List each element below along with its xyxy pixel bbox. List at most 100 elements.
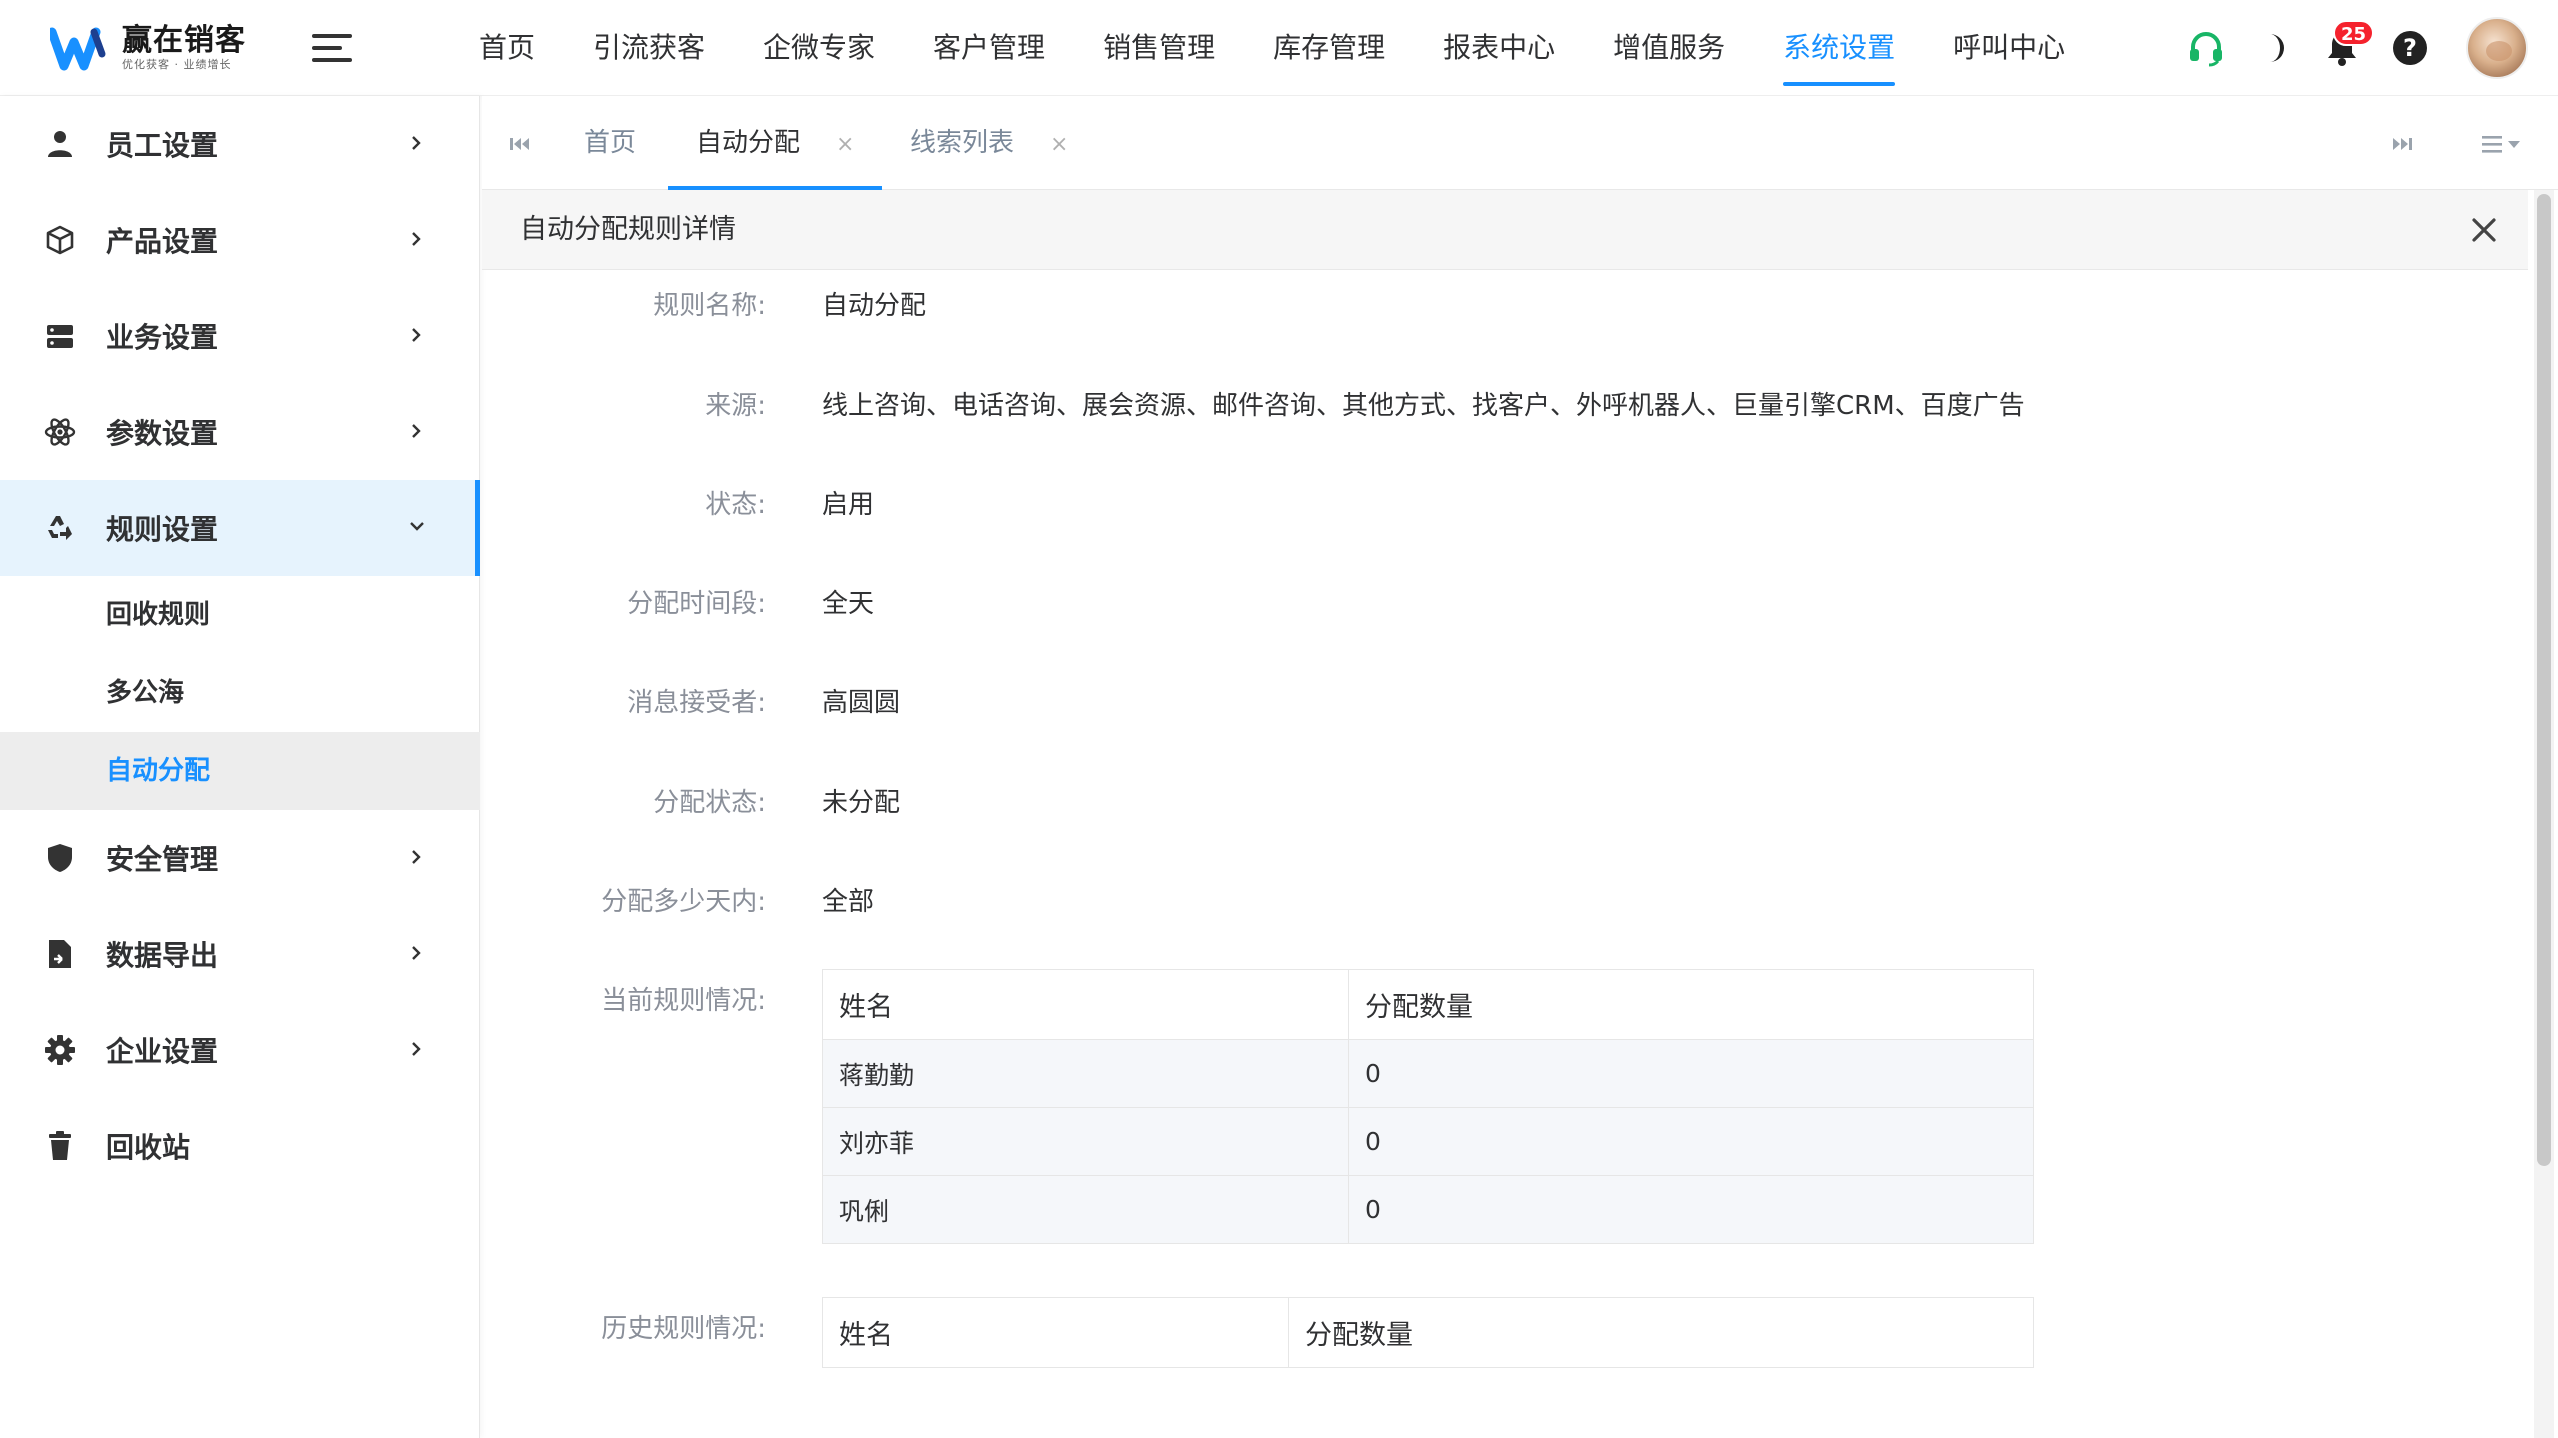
user-avatar[interactable]: [2466, 17, 2528, 79]
top-nav: 首页 引流获客 企微专家 客户管理 销售管理 库存管理 报表中心 增值服务 系统…: [450, 0, 2094, 96]
top-header: 赢在销客 优化获客 · 业绩增长 首页 引流获客 企微专家 客户管理 销售管理 …: [0, 0, 2558, 96]
tab-home[interactable]: 首页: [584, 96, 636, 190]
cell-assign-count: 0: [1348, 1107, 2034, 1176]
field-value: 启用: [822, 490, 875, 520]
scroll-first-tab-icon[interactable]: [502, 126, 538, 162]
vertical-scrollbar[interactable]: [2534, 190, 2554, 1438]
cell-name: 刘亦菲: [822, 1107, 1349, 1176]
chevron-right-icon: [412, 136, 421, 150]
sidebar-item-label: 安全管理: [106, 843, 219, 876]
field-value: 线上咨询、电话咨询、展会资源、邮件咨询、其他方式、找客户、外呼机器人、巨量引擎C…: [822, 391, 2025, 421]
field-label: 当前规则情况:: [601, 986, 766, 1016]
nav-home[interactable]: 首页: [450, 0, 564, 96]
recycle-icon: [42, 510, 78, 546]
sidebar-item-data-export[interactable]: 数据导出: [0, 906, 480, 1002]
sidebar-item-enterprise-settings[interactable]: 企业设置: [0, 1002, 480, 1098]
table-row: 巩俐 0: [822, 1175, 2034, 1244]
tab-label: 线索列表: [910, 128, 1015, 158]
chevron-right-icon: [412, 424, 421, 438]
field-assign-within-days: 分配多少天内: 全部: [482, 872, 2522, 932]
header-tools: 25 ?: [2160, 0, 2528, 96]
column-header-name: 姓名: [822, 969, 1349, 1040]
tab-lead-list[interactable]: 线索列表 ×: [910, 96, 1068, 190]
field-value: 全天: [822, 589, 875, 619]
sidebar-item-parameter-settings[interactable]: 参数设置: [0, 384, 480, 480]
logo-subtitle: 优化获客 · 业绩增长: [122, 58, 232, 71]
nav-call-center[interactable]: 呼叫中心: [1924, 0, 2094, 96]
chevron-right-icon: [412, 850, 421, 864]
sidebar-item-label: 产品设置: [106, 225, 219, 258]
column-header-assign-count: 分配数量: [1348, 969, 2034, 1040]
panel-header: 自动分配规则详情: [482, 190, 2528, 270]
nav-system-settings[interactable]: 系统设置: [1754, 0, 1924, 96]
table-row: 刘亦菲 0: [822, 1107, 2034, 1176]
column-header-name: 姓名: [822, 1297, 1289, 1368]
cell-assign-count: 0: [1348, 1175, 2034, 1244]
sidebar-subitem-recycle-rules[interactable]: 回收规则: [0, 576, 480, 654]
current-rules-table: 姓名 分配数量 蒋勤勤 0 刘亦菲 0 巩俐 0: [822, 969, 2034, 1244]
field-value: 未分配: [822, 788, 901, 818]
help-icon[interactable]: ?: [2388, 26, 2432, 70]
field-label: 规则名称:: [653, 291, 766, 321]
sidebar-item-product-settings[interactable]: 产品设置: [0, 192, 480, 288]
table-header-row: 姓名 分配数量: [822, 1297, 2034, 1368]
sidebar-item-security[interactable]: 安全管理: [0, 810, 480, 906]
tabs-bar: 首页 自动分配 × 线索列表 ×: [482, 96, 2558, 190]
tab-auto-assign[interactable]: 自动分配 ×: [667, 96, 883, 190]
bell-icon[interactable]: 25: [2320, 20, 2374, 70]
menu-toggle-icon[interactable]: [312, 30, 356, 66]
nav-value-added-services[interactable]: 增值服务: [1584, 0, 1754, 96]
app-logo[interactable]: 赢在销客 优化获客 · 业绩增长: [50, 24, 246, 72]
field-source: 来源: 线上咨询、电话咨询、展会资源、邮件咨询、其他方式、找客户、外呼机器人、巨…: [482, 376, 2522, 436]
field-status: 状态: 启用: [482, 475, 2522, 535]
sidebar-item-label: 企业设置: [106, 1035, 219, 1068]
field-label: 历史规则情况:: [601, 1314, 766, 1344]
cell-name: 巩俐: [822, 1175, 1349, 1244]
tab-close-icon[interactable]: ×: [836, 132, 854, 157]
sidebar-item-label: 数据导出: [106, 939, 219, 972]
sidebar-item-label: 业务设置: [106, 321, 219, 354]
chevron-right-icon: [412, 328, 421, 342]
cell-assign-count: 0: [1348, 1039, 2034, 1108]
field-label: 状态:: [705, 490, 766, 520]
tab-close-icon[interactable]: ×: [1050, 132, 1068, 157]
chevron-down-icon: [410, 522, 424, 531]
tab-label: 自动分配: [696, 128, 801, 158]
field-value: 全部: [822, 887, 875, 917]
nav-inventory-management[interactable]: 库存管理: [1244, 0, 1414, 96]
field-label: 分配多少天内:: [601, 887, 766, 917]
chevron-right-icon: [412, 232, 421, 246]
column-header-assign-count: 分配数量: [1288, 1297, 2034, 1368]
file-export-icon: [42, 936, 78, 972]
moon-icon[interactable]: [2252, 26, 2296, 70]
history-rules-table: 姓名 分配数量: [822, 1297, 2034, 1368]
field-rule-name: 规则名称: 自动分配: [482, 276, 2522, 336]
sidebar-item-label: 员工设置: [106, 129, 219, 162]
cube-icon: [42, 222, 78, 258]
svg-text:?: ?: [2403, 34, 2417, 62]
gear-icon: [42, 1032, 78, 1068]
sidebar-subitem-auto-assign[interactable]: 自动分配: [0, 732, 480, 810]
field-assign-time-period: 分配时间段: 全天: [482, 574, 2522, 634]
scroll-last-tab-icon[interactable]: [2384, 126, 2420, 162]
sidebar-item-staff-settings[interactable]: 员工设置: [0, 96, 480, 192]
scrollbar-thumb[interactable]: [2537, 194, 2551, 1166]
nav-sales-management[interactable]: 销售管理: [1074, 0, 1244, 96]
tab-menu-icon[interactable]: [2480, 126, 2528, 162]
nav-report-center[interactable]: 报表中心: [1414, 0, 1584, 96]
sidebar-item-recycle-bin[interactable]: 回收站: [0, 1098, 480, 1194]
sidebar-item-business-settings[interactable]: 业务设置: [0, 288, 480, 384]
sidebar-subitem-multi-pool[interactable]: 多公海: [0, 654, 480, 732]
nav-wecom-expert[interactable]: 企微专家: [734, 0, 904, 96]
shield-icon: [42, 840, 78, 876]
field-label: 消息接受者:: [627, 688, 766, 718]
chevron-right-icon: [412, 1042, 421, 1056]
nav-customer-management[interactable]: 客户管理: [904, 0, 1074, 96]
close-icon[interactable]: [2466, 212, 2502, 248]
sidebar: 员工设置 产品设置 业务设置 参数设置 规则设置 回收规则 多公海 自动分配 安…: [0, 96, 480, 1438]
headset-icon[interactable]: [2184, 26, 2228, 70]
sidebar-item-rule-settings[interactable]: 规则设置: [0, 480, 480, 576]
table-header-row: 姓名 分配数量: [822, 969, 2034, 1040]
nav-lead-acquisition[interactable]: 引流获客: [564, 0, 734, 96]
field-value: 高圆圆: [822, 688, 901, 718]
